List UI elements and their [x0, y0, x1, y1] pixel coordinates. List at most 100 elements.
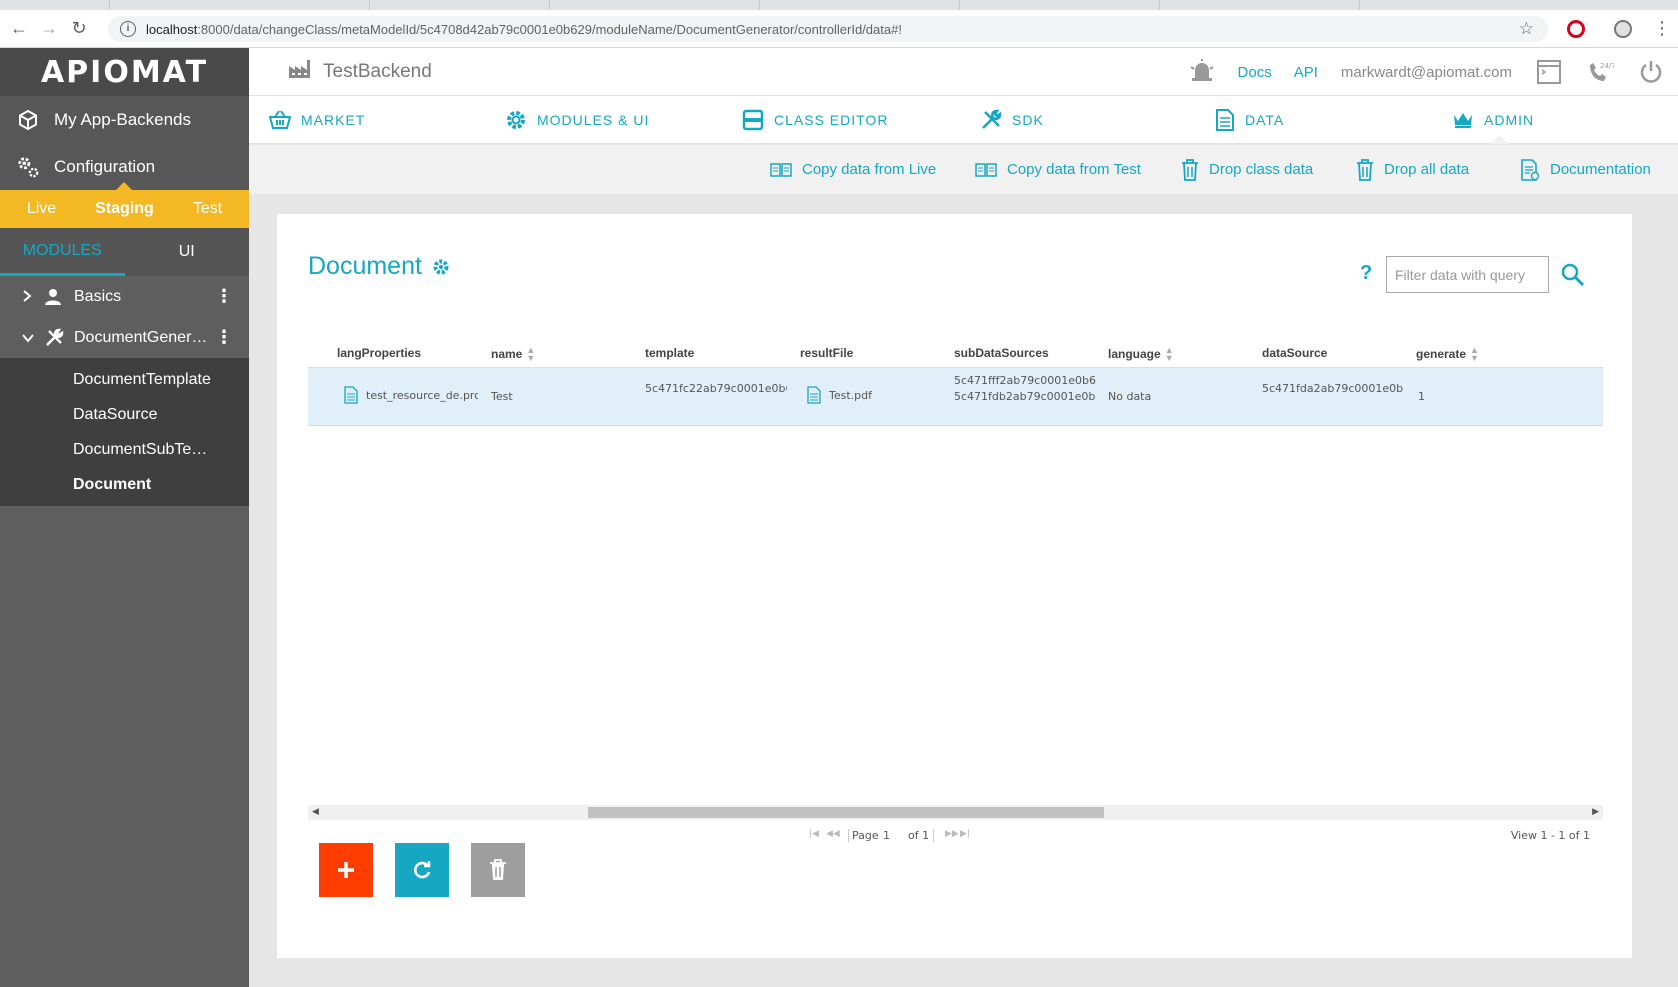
env-test[interactable]: Test — [166, 200, 249, 218]
cell-langproperties[interactable]: test_resource_de.prop — [344, 386, 478, 404]
column-label: template — [645, 346, 695, 360]
documentation-button[interactable]: Documentation — [1520, 145, 1651, 194]
cell-datasource[interactable]: 5c471fda2ab79c0001e0b66 — [1262, 382, 1404, 395]
profile-avatar-icon[interactable] — [1614, 20, 1632, 38]
bookmark-star-icon[interactable]: ☆ — [1519, 19, 1534, 39]
browser-tab[interactable] — [0, 0, 110, 10]
column-header[interactable]: dataSource — [1262, 346, 1327, 360]
browser-tab[interactable] — [960, 0, 1160, 10]
address-bar[interactable]: i localhost:8000/data/changeClass/metaMo… — [108, 16, 1548, 42]
opera-extension-icon[interactable] — [1567, 20, 1585, 38]
nav-label: SDK — [1012, 112, 1044, 128]
column-header[interactable]: generate ▲ ▼ — [1416, 346, 1479, 363]
browser-tab[interactable] — [760, 0, 960, 10]
prev-page-icon[interactable]: ◀◀ — [826, 829, 840, 839]
sort-icon[interactable]: ▲ ▼ — [1165, 346, 1174, 363]
query-help-button[interactable]: ? — [1360, 262, 1372, 285]
browser-tab[interactable] — [370, 0, 550, 10]
cube-icon — [16, 108, 40, 132]
module-documentgenerator[interactable]: DocumentGener… ⋮ — [0, 317, 249, 358]
scroll-right-icon[interactable]: ▶ — [1592, 806, 1599, 817]
class-item-document[interactable]: Document — [0, 467, 249, 502]
browser-menu-icon[interactable]: ⋮ — [1653, 18, 1671, 39]
gear-icon — [505, 109, 527, 131]
chevron-down-icon[interactable] — [22, 330, 44, 346]
support-phone-icon[interactable]: 24/7 — [1586, 59, 1614, 85]
drop-all-data-button[interactable]: Drop all data — [1356, 145, 1469, 194]
environment-switcher: Live Staging Test — [0, 182, 249, 228]
forward-icon[interactable]: → — [34, 18, 64, 39]
column-header[interactable]: langProperties — [337, 346, 421, 360]
scrollbar-thumb[interactable] — [588, 807, 1104, 818]
column-label: resultFile — [800, 346, 854, 360]
drop-class-data-button[interactable]: Drop class data — [1181, 145, 1313, 194]
nav-label: ADMIN — [1484, 112, 1535, 128]
basket-icon — [269, 110, 291, 130]
sort-icon[interactable]: ▲ ▼ — [1470, 346, 1479, 363]
action-label: Copy data from Test — [1007, 161, 1141, 178]
module-basics[interactable]: Basics ⋮ — [0, 276, 249, 317]
nav-modules-ui[interactable]: MODULES & UI — [505, 96, 649, 144]
cell-subdatasources-1[interactable]: 5c471fff2ab79c0001e0b66f — [954, 374, 1096, 387]
power-icon[interactable] — [1638, 59, 1664, 85]
copy-from-live-button[interactable]: Copy data from Live — [770, 145, 936, 194]
terminal-icon[interactable] — [1536, 59, 1562, 85]
add-object-button[interactable] — [319, 843, 373, 897]
class-editor-icon — [742, 109, 764, 131]
module-label: DocumentGener… — [74, 328, 208, 346]
alarm-bell-icon[interactable] — [1189, 59, 1215, 85]
back-icon[interactable]: ← — [4, 18, 34, 39]
nav-market[interactable]: MARKET — [269, 96, 365, 144]
nav-label: DATA — [1245, 112, 1285, 128]
first-page-icon[interactable]: |◀ — [809, 829, 819, 839]
gear-icon[interactable] — [432, 258, 450, 276]
logo-area[interactable]: APIOMAT — [0, 48, 249, 96]
chevron-right-icon[interactable] — [22, 289, 44, 305]
reload-icon[interactable]: ↻ — [64, 18, 94, 39]
cell-subdatasources-2[interactable]: 5c471fdb2ab79c0001e0b66 — [954, 390, 1096, 403]
site-info-icon[interactable]: i — [120, 21, 136, 37]
delete-button[interactable] — [471, 843, 525, 897]
tab-modules[interactable]: MODULES — [0, 228, 125, 276]
last-page-icon[interactable]: ▶| — [960, 829, 970, 839]
class-item-documentsubtemplate[interactable]: DocumentSubTe… — [0, 432, 249, 467]
class-list: DocumentTemplate DataSource DocumentSubT… — [0, 358, 249, 506]
nav-data[interactable]: DATA — [1215, 96, 1284, 144]
class-item-documenttemplate[interactable]: DocumentTemplate — [0, 362, 249, 397]
next-page-icon[interactable]: ▶▶ — [945, 829, 959, 839]
column-header[interactable]: name ▲ ▼ — [491, 346, 535, 363]
column-header[interactable]: resultFile — [800, 346, 853, 360]
env-staging[interactable]: Staging — [83, 200, 166, 218]
browser-tab[interactable] — [1160, 0, 1360, 10]
table-row[interactable]: test_resource_de.prop Test 5c471fc22ab79… — [308, 368, 1603, 426]
nav-class-editor[interactable]: CLASS EDITOR — [742, 96, 888, 144]
backend-title[interactable]: TestBackend — [287, 58, 432, 86]
cell-name: Test — [491, 390, 513, 403]
horizontal-scrollbar[interactable]: ◀ ▶ — [308, 805, 1603, 820]
filter-query-input[interactable] — [1386, 256, 1549, 293]
tab-ui[interactable]: UI — [125, 228, 250, 276]
more-vertical-icon[interactable]: ⋮ — [215, 327, 233, 348]
sidebar-item-my-app-backends[interactable]: My App-Backends — [0, 96, 249, 143]
column-header[interactable]: language ▲ ▼ — [1108, 346, 1174, 363]
refresh-button[interactable] — [395, 843, 449, 897]
copy-from-test-button[interactable]: Copy data from Test — [975, 145, 1141, 194]
browser-tab[interactable] — [110, 0, 370, 10]
cell-template[interactable]: 5c471fc22ab79c0001e0b66 — [645, 382, 787, 395]
column-header[interactable]: subDataSources — [954, 346, 1049, 360]
more-vertical-icon[interactable]: ⋮ — [215, 286, 233, 307]
nav-sdk[interactable]: SDK — [980, 96, 1044, 144]
page-number[interactable]: 1 — [883, 829, 890, 842]
scroll-left-icon[interactable]: ◀ — [312, 806, 319, 817]
docs-link[interactable]: Docs — [1238, 64, 1272, 81]
class-item-datasource[interactable]: DataSource — [0, 397, 249, 432]
cell-resultfile[interactable]: Test.pdf — [807, 386, 872, 404]
column-header[interactable]: template — [645, 346, 694, 360]
browser-tab[interactable] — [550, 0, 760, 10]
view-count: View 1 - 1 of 1 — [1510, 829, 1590, 842]
api-link[interactable]: API — [1294, 64, 1318, 81]
env-live[interactable]: Live — [0, 200, 83, 218]
search-icon[interactable] — [1560, 262, 1586, 293]
user-email[interactable]: markwardt@apiomat.com — [1341, 64, 1512, 81]
sort-icon[interactable]: ▲ ▼ — [526, 346, 535, 363]
